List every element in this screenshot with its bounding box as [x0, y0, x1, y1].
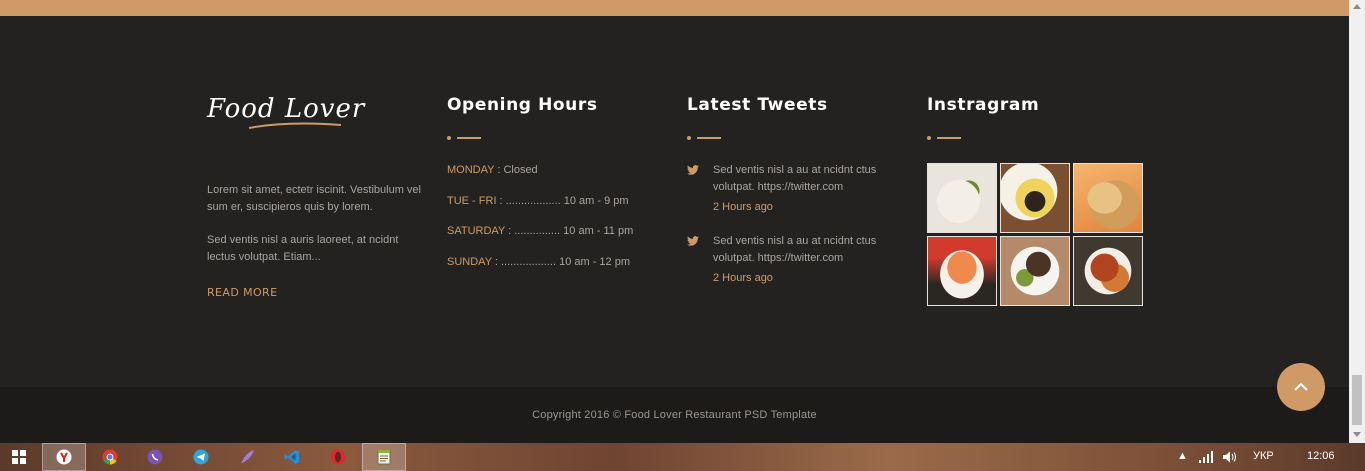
- instagram-photo-sushi[interactable]: [927, 236, 997, 306]
- hours-row-monday: MONDAY : Closed: [447, 164, 538, 176]
- hours-list: MONDAY : Closed TUE - FRI : ............…: [447, 162, 667, 284]
- footer-main: Food Lover Lorem sit amet, ectetr iscini…: [0, 16, 1349, 387]
- feather-app-icon[interactable]: [225, 443, 269, 471]
- page-scrollbar[interactable]: [1349, 0, 1365, 443]
- opening-hours-title: Opening Hours: [447, 95, 598, 115]
- scroll-down-arrow-icon[interactable]: [1353, 432, 1361, 437]
- logo-text: Food Lover: [207, 94, 366, 124]
- title-divider: [447, 134, 667, 142]
- instagram-photo-salad[interactable]: [927, 163, 997, 233]
- read-more-link[interactable]: READ MORE: [207, 286, 277, 299]
- yandex-browser-icon[interactable]: [42, 443, 86, 471]
- viber-icon[interactable]: [133, 443, 177, 471]
- volume-icon[interactable]: [1222, 450, 1238, 464]
- hours-row-saturday: SATURDAY : ............... 10 am - 11 pm: [447, 225, 634, 237]
- food-lover-logo[interactable]: Food Lover: [207, 94, 427, 130]
- title-divider: [687, 134, 907, 142]
- hours-row-tue-fri: TUE - FRI : .................. 10 am - 9…: [447, 194, 629, 207]
- logo-swoosh-icon: [248, 122, 342, 129]
- instagram-title: Instragram: [927, 95, 1040, 115]
- show-hidden-icons-icon[interactable]: ▲: [1177, 450, 1188, 462]
- latest-tweets-title: Latest Tweets: [687, 95, 828, 115]
- windows-start-icon[interactable]: [12, 450, 26, 464]
- input-language-indicator[interactable]: УКР: [1253, 450, 1274, 462]
- hours-row-sunday: SUNDAY : .................. 10 am - 12 p…: [447, 255, 630, 268]
- tweet-text: Sed ventis nisl a au at ncidnt ctus volu…: [713, 235, 877, 264]
- tweet-time[interactable]: 2 Hours ago: [713, 199, 907, 216]
- about-paragraph-1: Lorem sit amet, ectetr iscinit. Vestibul…: [207, 184, 421, 213]
- title-divider: [927, 134, 1147, 142]
- scroll-up-arrow-icon[interactable]: [1353, 4, 1361, 9]
- instagram-grid: [927, 163, 1147, 306]
- opening-hours-column: Opening Hours MONDAY : Closed TUE - FRI …: [447, 94, 667, 284]
- latest-tweets-column: Latest Tweets Sed ventis nisl a au at nc…: [687, 94, 907, 287]
- instagram-column: Instragram: [927, 94, 1147, 306]
- tweet-text: Sed ventis nisl a au at ncidnt ctus volu…: [713, 164, 877, 193]
- twitter-bird-icon: [687, 236, 699, 246]
- chrome-icon[interactable]: [88, 443, 132, 471]
- instagram-photo-chicken-wings[interactable]: [1073, 236, 1143, 306]
- windows-taskbar: ▲ УКР 12:06: [0, 443, 1365, 471]
- tweet-item: Sed ventis nisl a au at ncidnt ctus volu…: [687, 233, 907, 287]
- top-accent-band: [0, 0, 1349, 16]
- network-signal-icon[interactable]: [1198, 450, 1214, 464]
- instagram-photo-rice-plate[interactable]: [1000, 163, 1070, 233]
- tweet-time[interactable]: 2 Hours ago: [713, 270, 907, 287]
- about-paragraph-2: Sed ventis nisl a auris laoreet, at ncid…: [207, 234, 399, 263]
- instagram-photo-meat-dish[interactable]: [1000, 236, 1070, 306]
- footer-bottom-bar: Copyright 2016 © Food Lover Restaurant P…: [0, 387, 1349, 443]
- tweet-item: Sed ventis nisl a au at ncidnt ctus volu…: [687, 162, 907, 216]
- system-clock[interactable]: 12:06: [1307, 450, 1335, 462]
- about-column: Food Lover Lorem sit amet, ectetr iscini…: [207, 94, 427, 301]
- opera-icon[interactable]: [316, 443, 360, 471]
- chevron-up-icon: [1294, 382, 1308, 391]
- scrollbar-thumb[interactable]: [1352, 375, 1362, 425]
- scroll-to-top-button[interactable]: [1277, 363, 1325, 411]
- vscode-icon[interactable]: [270, 443, 314, 471]
- notepad-icon[interactable]: [362, 443, 406, 471]
- instagram-photo-grilled-chicken[interactable]: [1073, 163, 1143, 233]
- telegram-icon[interactable]: [179, 443, 223, 471]
- copyright-text: Copyright 2016 © Food Lover Restaurant P…: [532, 409, 817, 421]
- twitter-bird-icon: [687, 165, 699, 175]
